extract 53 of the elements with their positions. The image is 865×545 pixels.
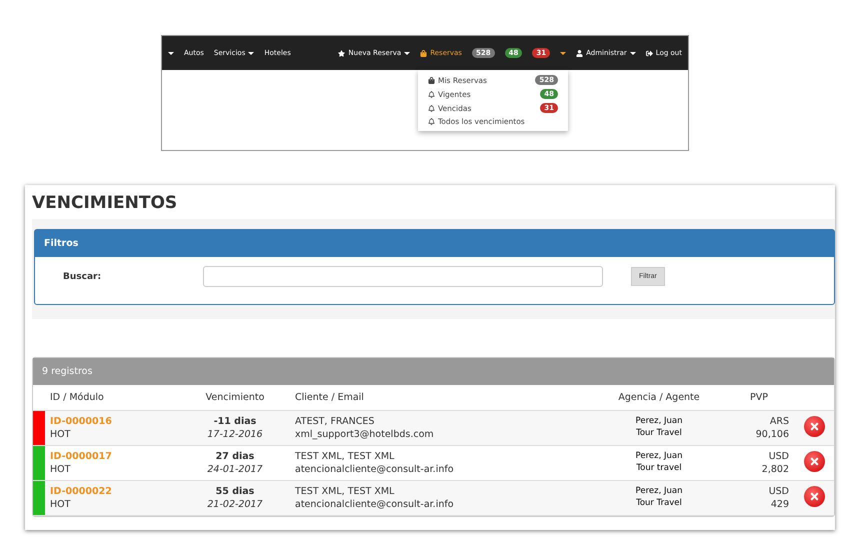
currency-text: USD [768,486,789,497]
column-header: PVP [750,392,768,403]
amount-text: 90,106 [756,429,789,440]
agency-name: Tour Travel [636,498,682,508]
client-name: TEST XML, TEST XML [295,451,394,462]
email-text: xml_support3@hotelbds.com [295,429,434,440]
close-icon [808,491,820,502]
days-text: -11 dias [214,416,256,427]
bell-icon [428,104,435,112]
close-icon [808,456,820,467]
panel-title: Filtros [35,230,834,257]
bell-icon [428,90,435,98]
currency-text: ARS [770,416,789,427]
search-field[interactable] [203,266,603,287]
column-header: Cliente / Email [295,392,364,403]
logout-icon [646,50,653,56]
email-text: atencionalcliente@consult-ar.info [295,464,454,475]
agency-name: Tour Travel [636,428,682,438]
star-icon [338,50,346,56]
bag-icon [428,76,435,84]
column-header: Agencia / Agente [618,392,700,403]
caret-icon[interactable] [560,52,566,54]
page-title: VENCIMIENTOS [32,193,178,213]
search-label: Buscar: [63,272,102,282]
currency-text: USD [768,451,789,462]
agent-name: Perez, Juan [636,416,682,426]
agent-name: Perez, Juan [636,486,682,496]
date-text: 17-12-2016 [207,429,263,440]
date-text: 24-01-2017 [207,464,263,475]
close-icon [808,421,820,432]
client-name: ATEST, FRANCES [295,416,374,427]
column-header: ID / Módulo [50,392,104,403]
client-name: TEST XML, TEST XML [295,486,394,497]
amount-text: 2,802 [762,464,789,475]
agent-name: Perez, Juan [636,451,682,461]
days-text: 55 dias [216,486,254,497]
bag-icon [420,50,428,56]
user-icon [576,50,584,56]
table-header-bar: 9 registros [33,358,834,385]
date-text: 21-02-2017 [207,499,263,510]
delete-button[interactable] [804,486,824,507]
column-header: Vencimiento [206,392,264,403]
module-text: HOT [50,464,70,475]
caret-icon [168,52,174,54]
delete-button[interactable] [804,416,824,437]
days-text: 27 dias [216,451,254,462]
module-text: HOT [50,499,70,510]
email-text: atencionalcliente@consult-ar.info [295,499,454,510]
amount-text: 429 [770,499,789,510]
agency-name: Tour travel [636,463,682,473]
delete-button[interactable] [804,451,824,472]
module-text: HOT [50,429,70,440]
bell-icon [428,118,435,125]
